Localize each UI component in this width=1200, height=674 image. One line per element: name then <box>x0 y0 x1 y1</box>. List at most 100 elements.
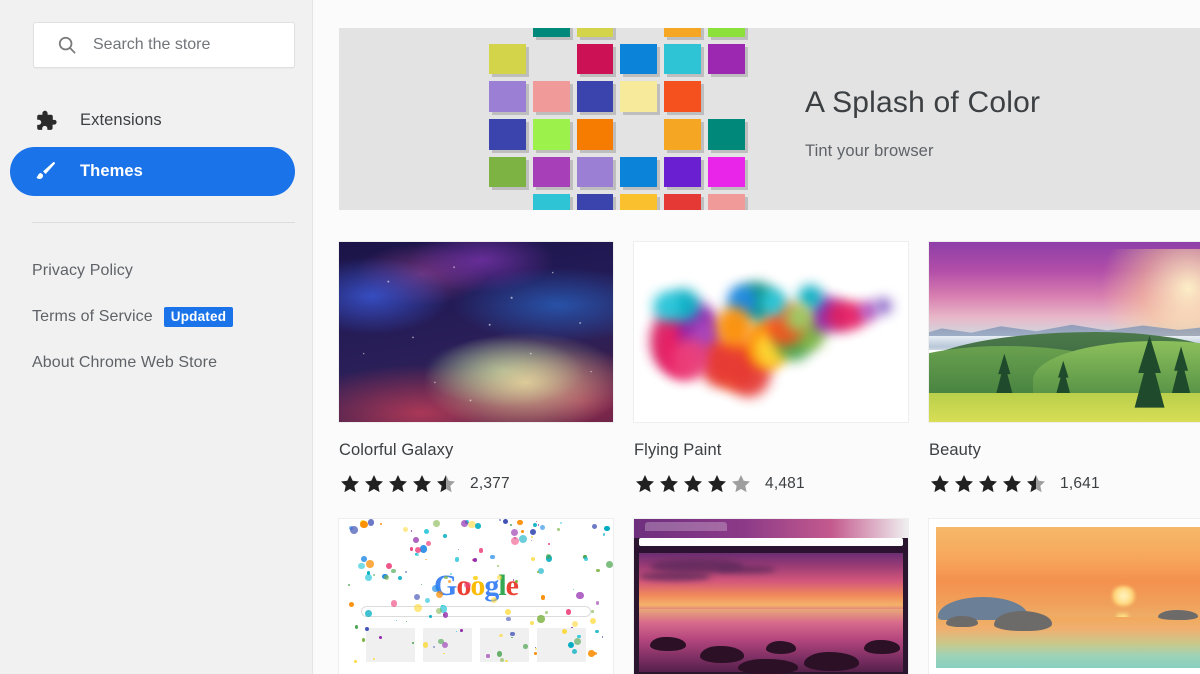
star-rating <box>339 473 457 495</box>
link-privacy-policy[interactable]: Privacy Policy <box>0 248 313 294</box>
banner-color-tile <box>577 28 614 37</box>
splash-dot <box>411 530 412 531</box>
banner-color-tile <box>533 157 570 188</box>
splash-dot <box>415 553 416 554</box>
sidebar-item-themes[interactable]: Themes <box>10 147 295 196</box>
theme-thumbnail[interactable] <box>634 242 908 422</box>
splash-dot <box>536 521 537 522</box>
splash-dot <box>530 621 534 625</box>
theme-card[interactable]: Colorful Galaxy 2,377 <box>339 242 613 495</box>
star-icon <box>1025 473 1047 495</box>
theme-thumbnail[interactable] <box>929 242 1200 422</box>
theme-title: Flying Paint <box>634 441 908 460</box>
splash-dot <box>414 594 420 600</box>
paint-blob <box>672 339 708 379</box>
theme-rating: 1,641 <box>929 473 1200 495</box>
banner-color-grid <box>489 28 745 210</box>
banner-color-tile <box>620 194 657 210</box>
splash-dot <box>486 654 489 657</box>
theme-thumbnail[interactable]: Google <box>339 519 613 674</box>
banner-color-tile <box>664 28 701 37</box>
star-icon <box>706 473 728 495</box>
splash-dot <box>429 615 432 618</box>
splash-dot <box>531 536 533 538</box>
splash-dot <box>497 565 499 567</box>
sidebar-item-label: Extensions <box>80 111 162 130</box>
theme-rating: 2,377 <box>339 473 613 495</box>
banner-color-tile <box>664 157 701 188</box>
splash-dot <box>420 545 428 553</box>
splash-dot <box>396 620 397 621</box>
splash-dot <box>373 574 375 576</box>
splash-dot <box>519 535 527 543</box>
splash-dot <box>424 529 430 535</box>
banner-color-tile <box>708 44 745 75</box>
banner-color-tile <box>533 81 570 112</box>
splash-dot <box>491 597 497 603</box>
rating-count: 2,377 <box>470 475 510 493</box>
splash-dot <box>443 612 448 617</box>
splash-dot <box>506 617 511 622</box>
banner-color-tile <box>489 157 526 188</box>
banner-color-tile <box>533 28 570 37</box>
promo-banner[interactable]: A Splash of Color Tint your browser <box>339 28 1200 210</box>
splash-dot <box>505 609 511 615</box>
theme-card[interactable]: Google <box>339 519 613 674</box>
paint-blob <box>760 289 787 316</box>
splash-dot <box>511 529 518 536</box>
paint-blob <box>716 307 752 347</box>
link-about-chrome-web-store[interactable]: About Chrome Web Store <box>0 340 313 386</box>
search-box[interactable] <box>33 22 295 68</box>
splash-dot <box>517 520 522 525</box>
splash-dot <box>490 555 495 560</box>
splash-dot <box>433 520 440 527</box>
banner-color-tile <box>620 28 657 37</box>
sidebar-item-extensions[interactable]: Extensions <box>10 96 295 145</box>
star-icon <box>953 473 975 495</box>
splash-dot <box>602 636 604 638</box>
splash-dot <box>510 632 515 637</box>
splash-dot <box>398 576 402 580</box>
splash-dot <box>423 642 428 647</box>
splash-dot <box>367 571 370 574</box>
splash-dot <box>500 658 504 662</box>
splash-dot <box>350 526 358 534</box>
theme-title: Beauty <box>929 441 1200 460</box>
splash-dot <box>432 585 439 592</box>
theme-card[interactable] <box>929 519 1200 674</box>
banner-title: A Splash of Color <box>805 86 1040 120</box>
search-input[interactable] <box>93 36 310 54</box>
paint-artwork <box>634 242 908 422</box>
orange-sunset-artwork <box>929 519 1200 674</box>
banner-color-tile <box>664 81 701 112</box>
theme-card[interactable]: Beauty 1,641 <box>929 242 1200 495</box>
banner-color-tile <box>620 81 657 112</box>
splash-dot <box>473 558 477 562</box>
star-rating <box>929 473 1047 495</box>
theme-card[interactable]: Flying Paint 4,481 <box>634 242 908 495</box>
theme-thumbnail[interactable] <box>634 519 908 674</box>
banner-color-tile <box>708 119 745 150</box>
search-icon <box>56 34 78 56</box>
splash-dot <box>523 644 528 649</box>
star-icon <box>658 473 680 495</box>
banner-color-tile <box>533 119 570 150</box>
star-icon <box>435 473 457 495</box>
theme-thumbnail[interactable] <box>339 242 613 422</box>
star-icon <box>634 473 656 495</box>
theme-thumbnail[interactable] <box>929 519 1200 674</box>
theme-title: Colorful Galaxy <box>339 441 613 460</box>
banner-color-tile <box>577 44 614 75</box>
splash-dot <box>521 530 524 533</box>
splash-dot <box>505 660 507 662</box>
link-terms-of-service[interactable]: Terms of Service Updated <box>0 294 313 340</box>
banner-color-tile <box>708 28 745 37</box>
theme-card[interactable] <box>634 519 908 674</box>
splash-dot <box>594 652 597 655</box>
banner-color-tile <box>489 81 526 112</box>
splash-dot <box>354 660 357 663</box>
splash-dot <box>458 549 459 550</box>
splash-dot <box>603 533 606 536</box>
splash-dot <box>448 580 451 583</box>
star-icon <box>682 473 704 495</box>
